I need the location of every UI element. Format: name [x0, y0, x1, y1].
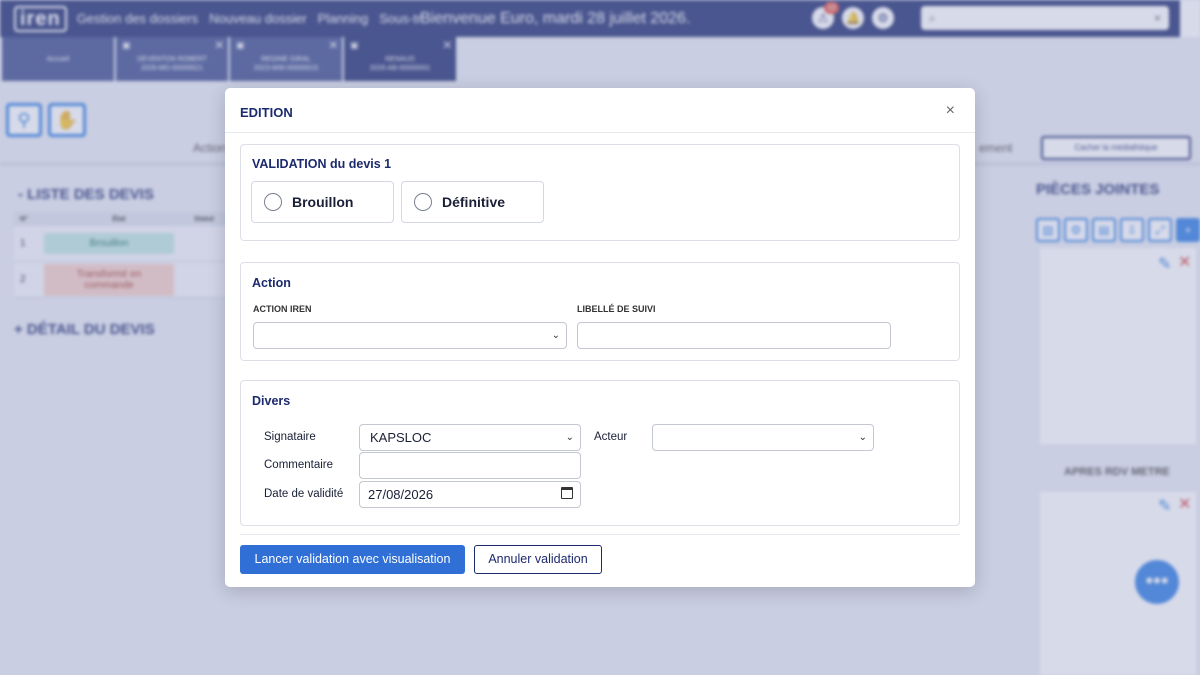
radio-circle-icon[interactable] — [414, 193, 432, 211]
radio-label: Définitive — [442, 194, 506, 210]
chevron-down-icon: ⌄ — [858, 432, 867, 443]
action-iren-select[interactable]: ⌄ — [253, 322, 567, 349]
cancel-validation-button[interactable]: Annuler validation — [474, 545, 602, 574]
radio-circle-icon[interactable] — [264, 193, 282, 211]
modal-title: EDITION — [240, 105, 293, 120]
acteur-label: Acteur — [594, 431, 628, 443]
signataire-select[interactable]: KAPSLOC ⌄ — [359, 424, 581, 451]
date-validite-label: Date de validité — [264, 488, 344, 500]
commentaire-input[interactable] — [359, 452, 581, 479]
edition-modal: EDITION × VALIDATION du devis 1 Brouillo… — [225, 88, 975, 587]
radio-brouillon[interactable]: Brouillon — [251, 181, 394, 223]
date-validite-input[interactable]: 27/08/2026 — [359, 481, 581, 508]
libelle-label: LIBELLÉ DE SUIVI — [577, 304, 656, 314]
validation-title: VALIDATION du devis 1 — [252, 157, 392, 171]
commentaire-label: Commentaire — [264, 459, 334, 471]
signataire-label: Signataire — [264, 431, 316, 443]
acteur-select[interactable]: ⌄ — [652, 424, 874, 451]
close-icon[interactable]: × — [946, 102, 955, 120]
action-title: Action — [252, 276, 291, 290]
divider — [240, 534, 960, 535]
validation-section: VALIDATION du devis 1 Brouillon Définiti… — [240, 144, 960, 241]
chevron-down-icon: ⌄ — [565, 432, 574, 443]
divers-title: Divers — [252, 394, 291, 408]
radio-label: Brouillon — [292, 194, 354, 210]
select-value: KAPSLOC — [370, 430, 432, 445]
action-section: Action ACTION IREN ⌄ LIBELLÉ DE SUIVI — [240, 262, 960, 361]
libelle-suivi-input[interactable] — [577, 322, 891, 349]
divers-section: Divers Signataire KAPSLOC ⌄ Acteur ⌄ Com… — [240, 380, 960, 526]
input-value: 27/08/2026 — [368, 487, 434, 502]
divider — [225, 132, 975, 133]
chevron-down-icon: ⌄ — [551, 330, 560, 341]
action-iren-label: ACTION IREN — [253, 304, 312, 314]
calendar-icon[interactable] — [561, 487, 573, 499]
launch-validation-button[interactable]: Lancer validation avec visualisation — [240, 545, 465, 574]
radio-definitive[interactable]: Définitive — [401, 181, 544, 223]
